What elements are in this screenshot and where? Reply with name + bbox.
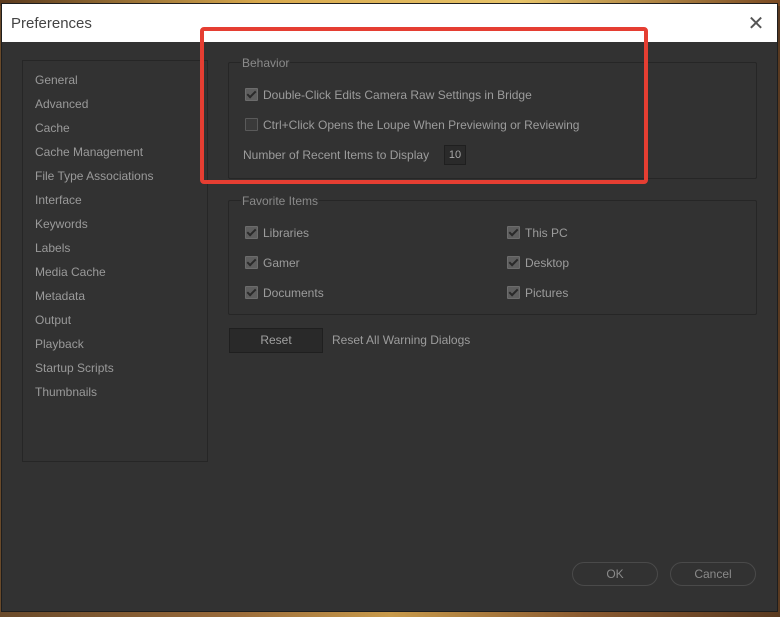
preferences-dialog: Preferences ✕ General Advanced Cache Cac… [2,4,777,611]
nav-item-thumbnails[interactable]: Thumbnails [35,385,97,399]
reset-description: Reset All Warning Dialogs [332,333,471,347]
favorite-gamer-checkbox[interactable] [245,256,258,269]
nav-item-playback[interactable]: Playback [35,337,84,351]
favorite-libraries-checkbox[interactable] [245,226,258,239]
window-title: Preferences [11,15,92,32]
nav-item-startup-scripts[interactable]: Startup Scripts [35,361,114,375]
nav-item-advanced[interactable]: Advanced [35,97,88,111]
nav-item-interface[interactable]: Interface [35,193,82,207]
ctrl-click-checkbox[interactable] [245,118,258,131]
ok-button[interactable]: OK [572,562,658,586]
nav-item-cache[interactable]: Cache [35,121,70,135]
nav-item-file-type-associations[interactable]: File Type Associations [35,169,154,183]
favorites-group-label: Favorite Items [241,194,320,208]
cancel-button[interactable]: Cancel [670,562,756,586]
nav-item-labels[interactable]: Labels [35,241,70,255]
favorite-desktop-label: Desktop [525,256,570,270]
reset-button[interactable]: Reset [229,328,323,353]
behavior-group-label: Behavior [241,56,291,70]
recent-items-label: Number of Recent Items to Display [243,148,430,162]
favorite-documents-checkbox[interactable] [245,286,258,299]
favorite-this-pc-checkbox[interactable] [507,226,520,239]
preferences-nav: General Advanced Cache Cache Management … [22,60,208,462]
favorite-desktop-checkbox[interactable] [507,256,520,269]
nav-item-metadata[interactable]: Metadata [35,289,85,303]
ctrl-click-label: Ctrl+Click Opens the Loupe When Previewi… [263,118,580,132]
favorite-pictures-checkbox[interactable] [507,286,520,299]
favorite-this-pc-label: This PC [525,226,568,240]
close-icon[interactable]: ✕ [743,11,769,37]
double-click-label: Double-Click Edits Camera Raw Settings i… [263,88,532,102]
nav-item-cache-management[interactable]: Cache Management [35,145,143,159]
nav-item-output[interactable]: Output [35,313,71,327]
favorite-libraries-label: Libraries [263,226,310,240]
recent-items-input[interactable]: 10 [444,145,466,165]
favorite-documents-label: Documents [263,286,324,300]
double-click-checkbox[interactable] [245,88,258,101]
favorite-gamer-label: Gamer [263,256,300,270]
nav-item-general[interactable]: General [35,73,78,87]
title-bar: Preferences ✕ [2,4,777,42]
nav-item-keywords[interactable]: Keywords [35,217,88,231]
favorite-pictures-label: Pictures [525,286,569,300]
nav-item-media-cache[interactable]: Media Cache [35,265,106,279]
